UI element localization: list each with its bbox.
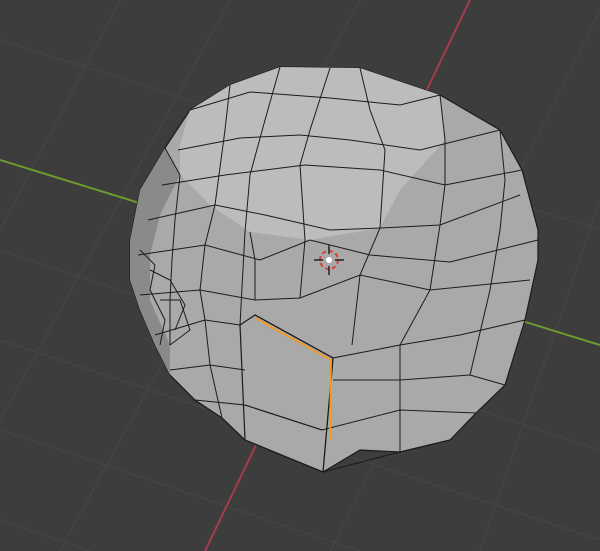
viewport-canvas[interactable] bbox=[0, 0, 600, 551]
cursor-center bbox=[326, 257, 332, 263]
selected-edge[interactable] bbox=[329, 359, 332, 441]
3d-viewport[interactable] bbox=[0, 0, 600, 551]
